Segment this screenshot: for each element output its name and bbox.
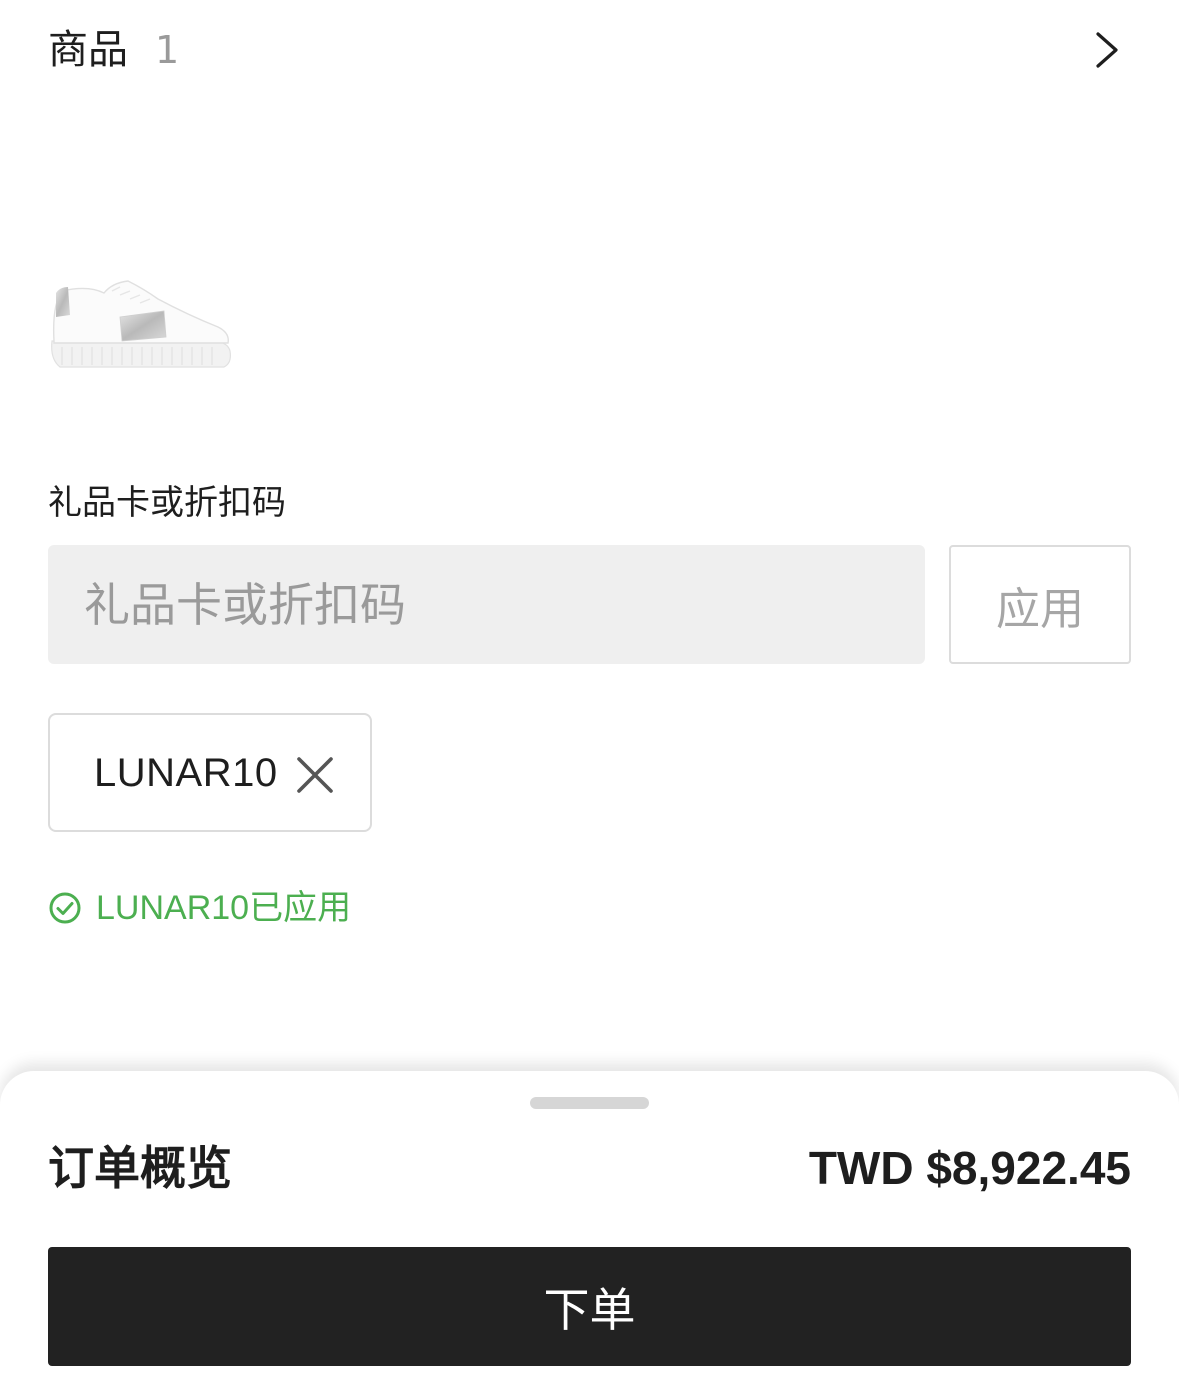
place-order-button[interactable]: 下单 <box>48 1247 1131 1366</box>
order-total: TWD $8,922.45 <box>808 1142 1131 1194</box>
checkout-page: 商品 1 礼品卡或折扣码 礼品卡或折扣码 应用 LUNAR10 LUNAR10已… <box>0 0 1179 1383</box>
close-icon[interactable] <box>294 754 336 796</box>
apply-button[interactable]: 应用 <box>949 545 1131 664</box>
promo-status-text: LUNAR10已应用 <box>96 889 352 927</box>
product-image[interactable] <box>48 275 234 375</box>
chevron-right-icon[interactable] <box>1088 30 1124 70</box>
order-summary-sheet: 订单概览 TWD $8,922.45 下单 <box>0 1071 1179 1383</box>
items-header[interactable]: 商品 1 <box>0 0 1179 100</box>
order-summary-title: 订单概览 <box>48 1141 232 1195</box>
sheet-drag-handle[interactable] <box>530 1097 649 1109</box>
promo-code-input[interactable] <box>48 545 925 664</box>
promo-label: 礼品卡或折扣码 <box>48 483 286 523</box>
items-title: 商品 <box>48 27 128 73</box>
promo-status: LUNAR10已应用 <box>48 885 351 931</box>
check-circle-icon <box>49 892 81 924</box>
applied-code-chip: LUNAR10 <box>48 713 372 832</box>
items-count: 1 <box>155 28 180 72</box>
applied-code-text: LUNAR10 <box>94 751 278 795</box>
